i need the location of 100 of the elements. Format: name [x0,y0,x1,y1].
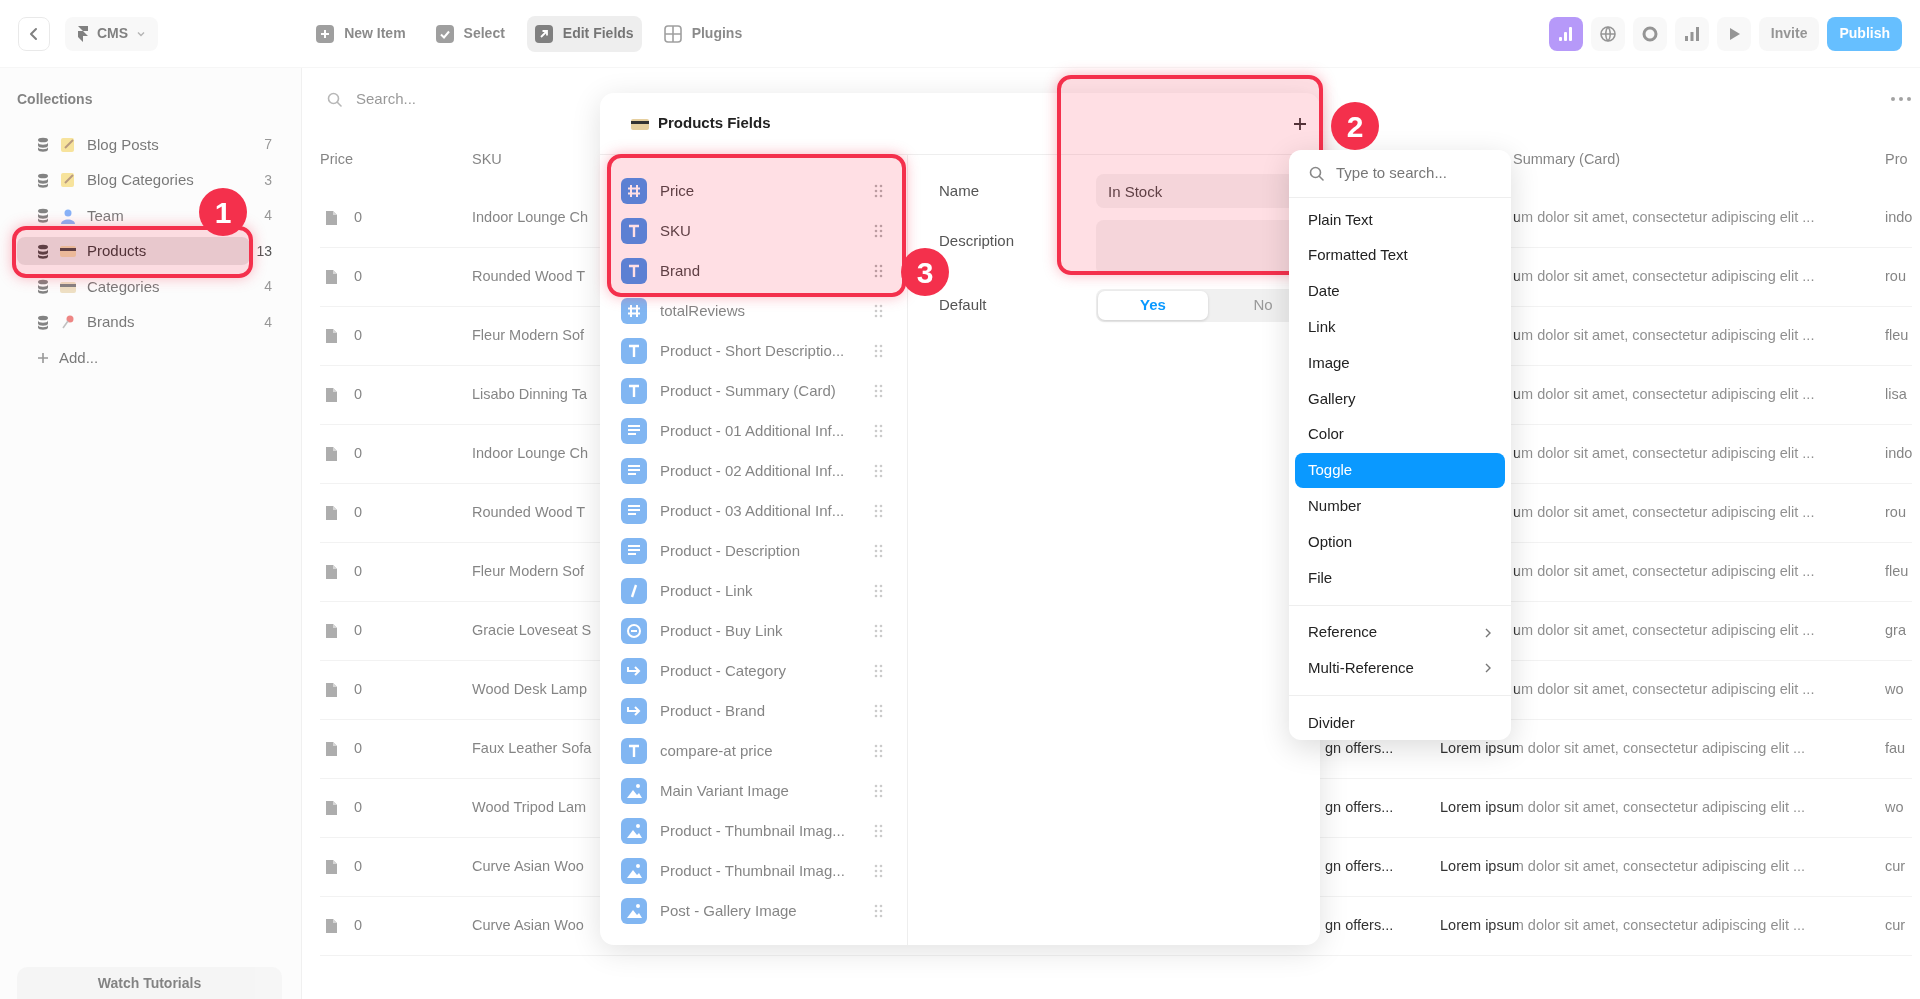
file-icon [325,800,338,816]
sidebar-item[interactable]: Categories [17,272,164,301]
menu-item[interactable]: Number [1295,488,1505,525]
sidebar-item[interactable]: Blog Categories [17,166,198,195]
item-count: 4 [264,277,272,297]
database-icon [37,208,49,224]
stats-button[interactable] [1674,16,1709,51]
table-cell-text: gn offers... [1325,916,1395,936]
toolbar-button[interactable]: Select [427,15,513,52]
menu-item[interactable]: Formatted Text [1295,237,1505,274]
sidebar-item[interactable]: Brands [17,308,139,337]
toolbar-button[interactable]: Edit Fields [526,15,642,52]
more-icon [1890,96,1913,102]
signal-bars-icon [1682,24,1701,43]
field-list-item[interactable]: Product - Thumbnail Imag... [608,851,899,891]
watch-tutorials-button[interactable]: Watch Tutorials [17,967,282,999]
file-icon [325,623,338,639]
file-icon [325,328,338,344]
text-type-icon [621,258,647,284]
table-cell-text: Lorem ipsum dolor sit amet, consectetur adipiscing elit ... [1440,857,1806,877]
table-cell-text: indo [1885,208,1913,228]
cms-dropdown[interactable]: CMS [65,16,159,51]
toolbar-button[interactable]: Plugins [655,15,751,52]
preview-button[interactable] [1716,16,1751,51]
paragraph-icon [621,538,647,564]
menu-item[interactable]: Date [1295,273,1505,310]
menu-item[interactable]: Option [1295,524,1505,560]
field-list-item[interactable]: compare-at price [608,731,899,771]
table-cell-text: 0 [354,444,363,464]
menu-item[interactable]: Link [1295,309,1505,346]
text-type-icon [621,218,647,244]
field-list-item[interactable]: Product - Summary (Card) [608,371,899,411]
drag-handle-icon [874,584,883,598]
field-list-item[interactable]: Product - Description [608,531,899,571]
menu-item[interactable]: Gallery [1295,381,1505,417]
field-list-item[interactable]: Product - Brand [608,691,899,731]
settings-button[interactable] [1632,16,1667,51]
field-list-item[interactable]: Product - Short Descriptio... [608,331,899,371]
globe-button[interactable] [1590,16,1625,51]
drag-handle-icon [874,784,883,798]
field-list-item[interactable]: Post - Gallery Image [608,891,899,931]
sidebar-item[interactable]: Blog Posts [17,130,163,159]
database-icon [37,314,49,330]
field-list-item[interactable]: Product - Buy Link [608,611,899,651]
search-field[interactable]: Search... [354,86,554,112]
menu-item[interactable]: Image [1295,345,1505,381]
field-label: Name [939,180,980,201]
drag-handle-icon [874,624,883,638]
table-cell-text: Curve Asian Woo [472,916,585,936]
menu-search-field[interactable]: Type to search... [1334,161,1484,186]
field-list-item[interactable]: Product - 02 Additional Inf... [608,451,899,491]
table-cell-text: 0 [354,562,363,582]
toolbar-button[interactable]: New Item [308,15,414,52]
field-list-item[interactable]: totalReviews [608,291,899,331]
arrow-square-icon [534,24,553,43]
menu-item[interactable]: File [1295,559,1505,596]
search-icon [327,91,342,107]
file-icon [325,564,338,580]
back-button[interactable] [18,16,50,51]
table-cell-text: 0 [354,267,363,287]
drag-handle-icon [874,464,883,478]
menu-item[interactable]: Toggle [1295,452,1505,489]
menu-item[interactable]: Reference [1295,614,1505,651]
text-type-icon [621,338,647,364]
field-list-item[interactable]: Product - 03 Additional Inf... [608,491,899,531]
field-list-item[interactable]: Price [608,171,899,211]
note-icon [59,171,77,190]
drag-handle-icon [874,264,883,278]
item-count: 4 [264,206,272,226]
field-list-item[interactable]: Brand [608,251,899,291]
field-list-item[interactable]: Product - Thumbnail Imag... [608,811,899,851]
drag-handle-icon [874,824,883,838]
invite-button[interactable]: Invite [1758,16,1820,51]
sidebar-item[interactable]: Team [17,201,128,230]
analytics-button[interactable] [1548,16,1583,51]
field-list-item[interactable]: SKU [608,211,899,251]
field-list-item[interactable]: Main Variant Image [608,771,899,811]
table-cell-text: indo [1885,444,1913,464]
menu-item[interactable]: Multi-Reference [1295,650,1505,687]
field-list-item[interactable]: Product - Category [608,651,899,691]
add-collection-button[interactable]: Add... [17,343,103,372]
menu-item[interactable]: Divider [1295,705,1505,742]
table-cell-text: um dolor sit amet, consectetur adipiscing elit ... [1513,621,1815,641]
text-type-icon [621,378,647,404]
database-icon [37,279,49,295]
hash-icon [621,298,647,324]
table-cell-text: 0 [354,739,363,759]
field-list-item[interactable]: Product - Link [608,571,899,611]
chevron-left-icon [28,25,40,42]
sidebar-item[interactable]: Products [17,237,251,266]
publish-button[interactable]: Publish [1827,16,1902,51]
field-label: Default [939,295,988,316]
image-icon [621,898,647,924]
segment-button[interactable]: Yes [1098,291,1208,320]
table-cell-text: gn offers... [1325,739,1395,759]
table-cell-text: 0 [354,857,363,877]
table-cell-text: gn offers... [1325,857,1395,877]
field-list-item[interactable]: Product - 01 Additional Inf... [608,411,899,451]
checkbox-icon [435,24,454,43]
menu-item[interactable]: Color [1295,416,1505,453]
